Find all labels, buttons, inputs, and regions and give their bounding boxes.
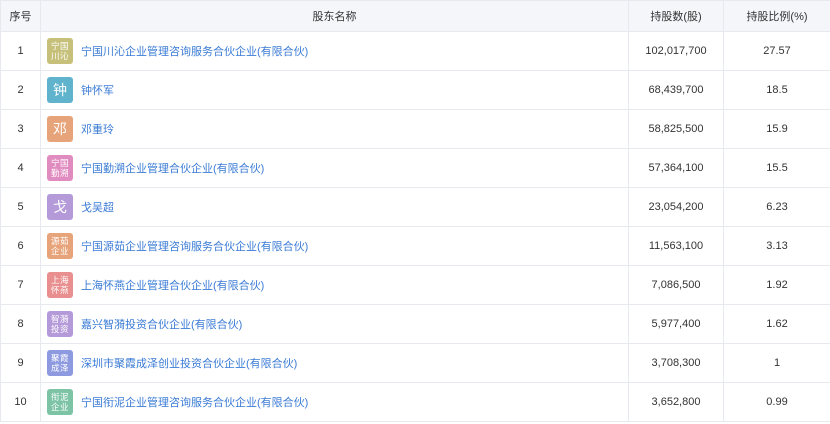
holder-name-link[interactable]: 宁国源茹企业管理咨询服务合伙企业(有限合伙): [81, 238, 308, 254]
row-rank: 3: [0, 109, 41, 149]
table-row: 1 宁国 川沁 宁国川沁企业管理咨询服务合伙企业(有限合伙) 102,017,700 27…: [0, 31, 830, 71]
shareholder-table: 序号 股东名称 持股数(股) 持股比例(%) 1 宁国 川沁 宁国川沁企业管理咨询服务…: [0, 0, 830, 422]
row-name-cell: 源茹 企业 宁国源茹企业管理咨询服务合伙企业(有限合伙): [40, 226, 629, 266]
row-name-cell: 上海 怀燕 上海怀燕企业管理合伙企业(有限合伙): [40, 265, 629, 305]
holder-avatar: 源茹 企业: [47, 233, 73, 259]
row-name-cell: 智漪 投资 嘉兴智漪投资合伙企业(有限合伙): [40, 304, 629, 344]
holder-avatar: 邓: [47, 116, 73, 142]
table-row: 7 上海 怀燕 上海怀燕企业管理合伙企业(有限合伙) 7,086,500 1.92: [0, 265, 830, 305]
holder-info: 钟钟怀军: [41, 77, 628, 103]
row-name-cell: 聚霞 成泽 深圳市聚霞成泽创业投资合伙企业(有限合伙): [40, 343, 629, 383]
holder-name-link[interactable]: 宁国衔泥企业管理咨询服务合伙企业(有限合伙): [81, 394, 308, 410]
row-shares: 68,439,700: [628, 70, 724, 110]
holder-avatar: 上海 怀燕: [47, 272, 73, 298]
table-row: 3 邓邓重玲 58,825,500 15.9: [0, 109, 830, 149]
row-ratio: 0.99: [723, 382, 830, 422]
holder-name-link[interactable]: 上海怀燕企业管理合伙企业(有限合伙): [81, 277, 264, 293]
row-shares: 23,054,200: [628, 187, 724, 227]
row-rank: 6: [0, 226, 41, 266]
row-rank: 9: [0, 343, 41, 383]
row-ratio: 15.5: [723, 148, 830, 188]
row-rank: 10: [0, 382, 41, 422]
row-shares: 57,364,100: [628, 148, 724, 188]
row-ratio: 6.23: [723, 187, 830, 227]
holder-info: 戈戈吴超: [41, 194, 628, 220]
row-name-cell: 戈戈吴超: [40, 187, 629, 227]
row-rank: 1: [0, 31, 41, 71]
holder-name-link[interactable]: 宁国勤溯企业管理合伙企业(有限合伙): [81, 160, 264, 176]
row-ratio: 3.13: [723, 226, 830, 266]
holder-name-link[interactable]: 邓重玲: [81, 121, 114, 137]
row-name-cell: 钟钟怀军: [40, 70, 629, 110]
row-rank: 7: [0, 265, 41, 305]
table-row: 10 衔泥 企业 宁国衔泥企业管理咨询服务合伙企业(有限合伙) 3,652,800 0.9…: [0, 382, 830, 422]
row-ratio: 15.9: [723, 109, 830, 149]
row-rank: 4: [0, 148, 41, 188]
holder-name-link[interactable]: 宁国川沁企业管理咨询服务合伙企业(有限合伙): [81, 43, 308, 59]
row-shares: 3,708,300: [628, 343, 724, 383]
row-shares: 5,977,400: [628, 304, 724, 344]
holder-info: 宁国 川沁 宁国川沁企业管理咨询服务合伙企业(有限合伙): [41, 38, 628, 64]
table-body: 1 宁国 川沁 宁国川沁企业管理咨询服务合伙企业(有限合伙) 102,017,700 27…: [0, 31, 830, 422]
holder-avatar: 戈: [47, 194, 73, 220]
header-shares: 持股数(股): [628, 0, 724, 32]
row-shares: 102,017,700: [628, 31, 724, 71]
row-rank: 5: [0, 187, 41, 227]
table-row: 8 智漪 投资 嘉兴智漪投资合伙企业(有限合伙) 5,977,400 1.62: [0, 304, 830, 344]
row-shares: 11,563,100: [628, 226, 724, 266]
holder-name-link[interactable]: 钟怀军: [81, 82, 114, 98]
row-shares: 7,086,500: [628, 265, 724, 305]
table-row: 5 戈戈吴超 23,054,200 6.23: [0, 187, 830, 227]
row-shares: 58,825,500: [628, 109, 724, 149]
row-ratio: 1.92: [723, 265, 830, 305]
table-row: 4 宁国 勤溯 宁国勤溯企业管理合伙企业(有限合伙) 57,364,100 15.5: [0, 148, 830, 188]
row-ratio: 27.57: [723, 31, 830, 71]
header-ratio: 持股比例(%): [723, 0, 830, 32]
row-ratio: 18.5: [723, 70, 830, 110]
table-row: 2 钟钟怀军 68,439,700 18.5: [0, 70, 830, 110]
holder-info: 宁国 勤溯 宁国勤溯企业管理合伙企业(有限合伙): [41, 155, 628, 181]
row-rank: 8: [0, 304, 41, 344]
holder-avatar: 智漪 投资: [47, 311, 73, 337]
holder-info: 邓邓重玲: [41, 116, 628, 142]
table-header-row: 序号 股东名称 持股数(股) 持股比例(%): [0, 0, 830, 32]
header-rank: 序号: [0, 0, 41, 32]
holder-info: 上海 怀燕 上海怀燕企业管理合伙企业(有限合伙): [41, 272, 628, 298]
holder-info: 聚霞 成泽 深圳市聚霞成泽创业投资合伙企业(有限合伙): [41, 350, 628, 376]
row-ratio: 1: [723, 343, 830, 383]
table-row: 6 源茹 企业 宁国源茹企业管理咨询服务合伙企业(有限合伙) 11,563,100 3.1…: [0, 226, 830, 266]
holder-info: 智漪 投资 嘉兴智漪投资合伙企业(有限合伙): [41, 311, 628, 337]
holder-info: 衔泥 企业 宁国衔泥企业管理咨询服务合伙企业(有限合伙): [41, 389, 628, 415]
row-rank: 2: [0, 70, 41, 110]
holder-avatar: 宁国 勤溯: [47, 155, 73, 181]
holder-name-link[interactable]: 嘉兴智漪投资合伙企业(有限合伙): [81, 316, 242, 332]
holder-avatar: 衔泥 企业: [47, 389, 73, 415]
row-name-cell: 宁国 川沁 宁国川沁企业管理咨询服务合伙企业(有限合伙): [40, 31, 629, 71]
holder-name-link[interactable]: 戈吴超: [81, 199, 114, 215]
row-name-cell: 衔泥 企业 宁国衔泥企业管理咨询服务合伙企业(有限合伙): [40, 382, 629, 422]
holder-avatar: 钟: [47, 77, 73, 103]
row-name-cell: 宁国 勤溯 宁国勤溯企业管理合伙企业(有限合伙): [40, 148, 629, 188]
row-shares: 3,652,800: [628, 382, 724, 422]
row-ratio: 1.62: [723, 304, 830, 344]
holder-avatar: 聚霞 成泽: [47, 350, 73, 376]
holder-info: 源茹 企业 宁国源茹企业管理咨询服务合伙企业(有限合伙): [41, 233, 628, 259]
header-name: 股东名称: [40, 0, 629, 32]
table-row: 9 聚霞 成泽 深圳市聚霞成泽创业投资合伙企业(有限合伙) 3,708,300 1: [0, 343, 830, 383]
row-name-cell: 邓邓重玲: [40, 109, 629, 149]
holder-name-link[interactable]: 深圳市聚霞成泽创业投资合伙企业(有限合伙): [81, 355, 297, 371]
holder-avatar: 宁国 川沁: [47, 38, 73, 64]
